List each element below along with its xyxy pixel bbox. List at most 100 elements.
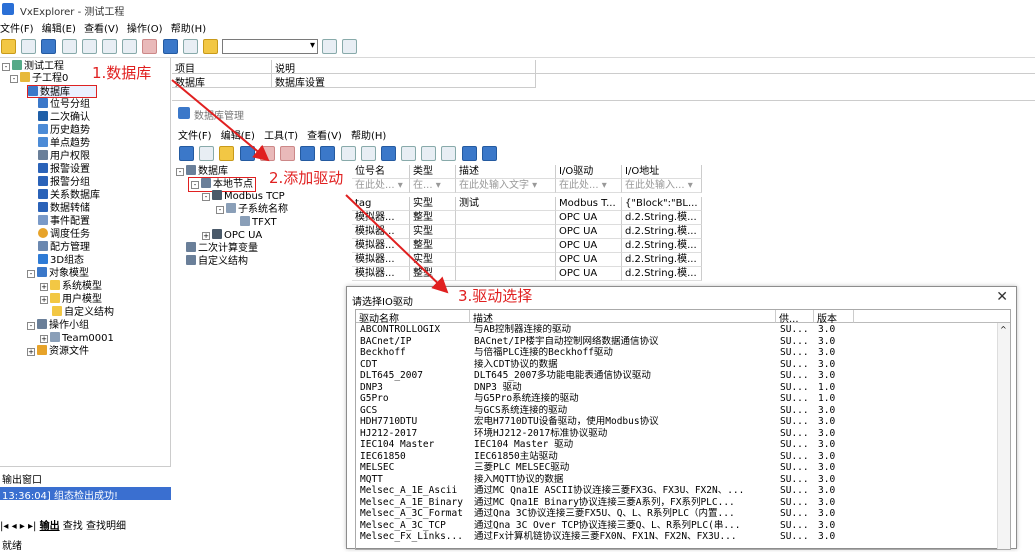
- driver-row[interactable]: Melsec_A_1E_Ascii 通过MC Qna1E ASCII协议连接三菱F…: [356, 485, 996, 496]
- tag-table-cell[interactable]: 整型: [410, 211, 456, 225]
- tag-table-cell[interactable]: OPC UA: [556, 253, 622, 267]
- driver-row[interactable]: BACnet/IP BACnet/IP楼宇自动控制网络数据通信协议 SU... 3.0: [356, 336, 996, 347]
- driver-row[interactable]: Beckhoff 与倍福PLC连接的Beckhoff驱动 SU... 3.0: [356, 347, 996, 358]
- driver-row[interactable]: Melsec_A_3C_Format 通过Qna 3C协议连接三菱FX5U、Q、L…: [356, 508, 996, 519]
- tag-table-cell[interactable]: 整型: [410, 239, 456, 253]
- driver-row[interactable]: MELSEC 三菱PLC MELSEC驱动 SU... 3.0: [356, 462, 996, 473]
- db-tree-opcua[interactable]: + OPC UA: [202, 229, 262, 242]
- scrollbar[interactable]: ^: [997, 323, 1010, 549]
- driver-row[interactable]: CDT 接入CDT协议的数据 SU... 3.0: [356, 359, 996, 370]
- nav-last-icon[interactable]: ▸|: [28, 521, 36, 532]
- copy-icon[interactable]: [81, 39, 97, 54]
- tag-table-cell[interactable]: d.2.String.模...: [622, 211, 702, 225]
- tag-table-filter[interactable]: 在此处输入文字 ▾: [456, 179, 556, 193]
- delete-all-icon[interactable]: [279, 146, 295, 161]
- tree-item-recipe[interactable]: 配方管理: [38, 241, 90, 254]
- tag-table-cell[interactable]: OPC UA: [556, 211, 622, 225]
- grid-cell-desc[interactable]: 数据库设置: [272, 74, 536, 89]
- batch-add-icon[interactable]: [320, 146, 336, 161]
- tab-find-detail[interactable]: 查找明细: [86, 521, 126, 532]
- paste-icon[interactable]: [101, 39, 117, 54]
- db-tree-subsystem[interactable]: - 子系统名称: [216, 203, 288, 216]
- cut-icon[interactable]: [61, 39, 77, 54]
- tag-table-header[interactable]: 类型: [410, 165, 456, 179]
- toolbar-combo[interactable]: [222, 39, 319, 54]
- db-menu-file[interactable]: 文件(F): [178, 131, 212, 142]
- tag-table-cell[interactable]: [456, 225, 556, 239]
- tag-table-filter[interactable]: 在此处... ▾: [352, 179, 410, 193]
- tag-table-cell[interactable]: 模拟器...: [352, 211, 410, 225]
- driver-row[interactable]: Melsec_A_3C_TCP 通过Qna 3C Over TCP协议连接三菱Q、…: [356, 520, 996, 531]
- tree-system-model[interactable]: + 系统模型: [40, 280, 102, 293]
- tree-item-history-trend[interactable]: 历史趋势: [38, 124, 90, 137]
- col-vendor[interactable]: 供...: [776, 310, 814, 325]
- tree-item-single-trend[interactable]: 单点趋势: [38, 137, 90, 150]
- tag-table-cell[interactable]: 测试: [456, 197, 556, 211]
- tag-table-header[interactable]: I/O地址: [622, 165, 702, 179]
- network-icon[interactable]: [162, 39, 178, 54]
- driver-row[interactable]: DNP3 DNP3 驱动 SU... 1.0: [356, 382, 996, 393]
- save-icon[interactable]: [41, 39, 57, 54]
- open-icon[interactable]: [21, 39, 37, 54]
- delete-icon[interactable]: [259, 146, 275, 161]
- db-menu-edit[interactable]: 编辑(E): [221, 131, 255, 142]
- db-tree-modbus[interactable]: - Modbus TCP: [202, 190, 285, 203]
- tag-table-cell[interactable]: d.2.String.模...: [622, 225, 702, 239]
- tag-table-cell[interactable]: 模拟器...: [352, 239, 410, 253]
- tag-table-cell[interactable]: 实型: [410, 253, 456, 267]
- clock-icon[interactable]: [421, 146, 437, 161]
- tag-table-cell[interactable]: 模拟器...: [352, 253, 410, 267]
- tag-table-header[interactable]: 描述: [456, 165, 556, 179]
- tag-table-cell[interactable]: [456, 211, 556, 225]
- tree-project[interactable]: - 子工程0: [10, 72, 68, 85]
- tree-item-3d[interactable]: 3D组态: [38, 254, 84, 267]
- scroll-up-icon[interactable]: ^: [1000, 325, 1007, 334]
- nav-first-icon[interactable]: |◂: [0, 521, 8, 532]
- save-icon[interactable]: [179, 146, 194, 161]
- import-icon[interactable]: [340, 146, 356, 161]
- tag-table-header[interactable]: 位号名: [352, 165, 410, 179]
- db-menu-view[interactable]: 查看(V): [307, 131, 342, 142]
- tree-item-database[interactable]: 数据库: [27, 85, 97, 98]
- tree-item-tag-group[interactable]: 位号分组: [38, 98, 90, 111]
- driver-row[interactable]: GCS 与GCS系统连接的驱动 SU... 3.0: [356, 405, 996, 416]
- tag-table-cell[interactable]: 整型: [410, 267, 456, 281]
- tree-user-model[interactable]: + 用户模型: [40, 293, 102, 306]
- menu-edit[interactable]: 编辑(E): [42, 18, 81, 35]
- tab-find[interactable]: 查找: [63, 521, 83, 532]
- tree-item-schedule[interactable]: 调度任务: [38, 228, 90, 241]
- driver-row[interactable]: MQTT 接入MQTT协议的数据 SU... 3.0: [356, 474, 996, 485]
- tag-table-filter[interactable]: 在此处输入... ▾: [622, 179, 702, 193]
- tree-object-model[interactable]: - 对象模型: [27, 267, 89, 280]
- db-tree-custom-struct[interactable]: 自定义结构: [186, 255, 248, 268]
- nav-prev-icon[interactable]: ◂: [12, 521, 17, 532]
- output-log-line[interactable]: 13:36:04] 组态检出成功!: [0, 487, 171, 502]
- tag-table-cell[interactable]: [456, 239, 556, 253]
- new-project-icon[interactable]: [1, 39, 16, 54]
- col-description[interactable]: 描述: [470, 310, 776, 325]
- tag-table-cell[interactable]: tag: [352, 197, 410, 211]
- driver-row[interactable]: Melsec_Fx_Links... 通过Fx计算机链协议连接三菱FX0N、FX1…: [356, 531, 996, 542]
- tag-table-cell[interactable]: [456, 253, 556, 267]
- tree-item-alarm-settings[interactable]: 报警设置: [38, 163, 90, 176]
- driver-row[interactable]: Melsec_A_1E_Binary 通过MC Qna1E Binary协议连接三…: [356, 497, 996, 508]
- folder-icon[interactable]: [202, 39, 218, 54]
- driver-row[interactable]: G5Pro 与G5Pro系统连接的驱动 SU... 1.0: [356, 393, 996, 404]
- help-icon[interactable]: [481, 146, 497, 161]
- tag-table-cell[interactable]: OPC UA: [556, 267, 622, 281]
- menu-file[interactable]: 文件(F): [0, 18, 39, 35]
- tree-item-alarm-group[interactable]: 报警分组: [38, 176, 90, 189]
- tag-table-cell[interactable]: OPC UA: [556, 225, 622, 239]
- tree-item-data-dump[interactable]: 数据转储: [38, 202, 90, 215]
- tree-item-event-config[interactable]: 事件配置: [38, 215, 90, 228]
- driver-row[interactable]: DLT645_2007 DLT645_2007多功能电能表通信协议驱动 SU... 3…: [356, 370, 996, 381]
- tree-item-user-rights[interactable]: 用户权限: [38, 150, 90, 163]
- find-icon[interactable]: [441, 146, 457, 161]
- menu-help[interactable]: 帮助(H): [171, 18, 211, 35]
- tag-table-cell[interactable]: 实型: [410, 225, 456, 239]
- driver-row[interactable]: ABCONTROLLOGIX 与AB控制器连接的驱动 SU... 3.0: [356, 324, 996, 335]
- tag-table-filter[interactable]: 在此处... ▾: [556, 179, 622, 193]
- find-icon[interactable]: [322, 39, 338, 54]
- tag-table-cell[interactable]: OPC UA: [556, 239, 622, 253]
- tree-item-confirm[interactable]: 二次确认: [38, 111, 90, 124]
